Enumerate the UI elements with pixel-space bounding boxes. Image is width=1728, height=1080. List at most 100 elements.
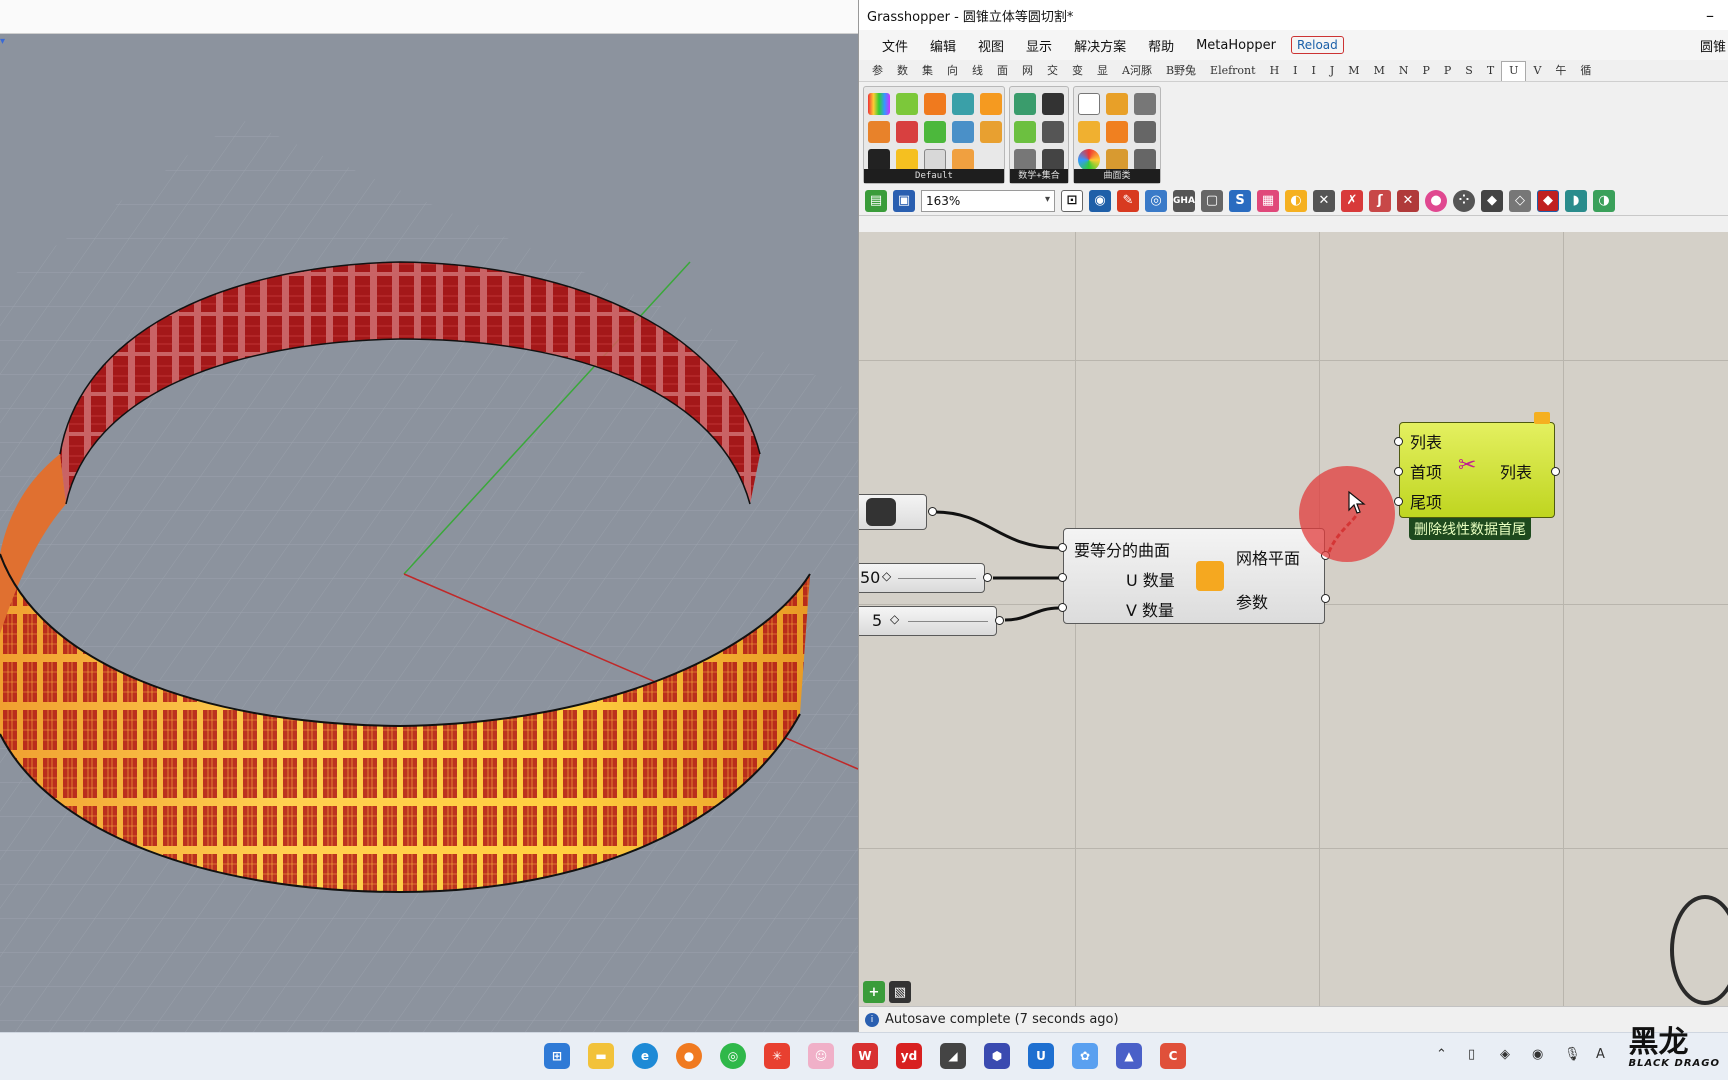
waves-icon[interactable] <box>952 121 974 143</box>
tab-xun[interactable]: 循 <box>1573 60 1598 82</box>
green-icon[interactable]: ◑ <box>1593 189 1615 212</box>
add-icon[interactable]: + <box>863 981 885 1003</box>
u-app-icon[interactable]: U <box>1028 1043 1054 1069</box>
tray-vpn-icon[interactable]: ◈ <box>1500 1047 1510 1062</box>
tab-transform[interactable]: 变 <box>1065 60 1090 82</box>
input-list-port[interactable] <box>1394 437 1403 446</box>
frame-icon[interactable] <box>924 149 946 171</box>
cloud-app-icon[interactable]: ✿ <box>1072 1043 1098 1069</box>
rhino-viewport[interactable] <box>0 34 858 1032</box>
open-icon[interactable]: ▤ <box>865 189 887 212</box>
tab-display[interactable]: 显 <box>1090 60 1115 82</box>
tab-curve[interactable]: 线 <box>965 60 990 82</box>
grid-icon[interactable] <box>924 121 946 143</box>
download-icon[interactable] <box>1042 93 1064 115</box>
tray-usb-icon[interactable]: ▯ <box>1468 1047 1475 1062</box>
slider-v-track[interactable] <box>908 621 988 622</box>
split-icon[interactable] <box>952 149 974 171</box>
tab-t[interactable]: T <box>1480 60 1501 82</box>
tray-chevron-up-icon[interactable]: ⌃ <box>1436 1047 1447 1062</box>
output-params-port[interactable] <box>1321 594 1330 603</box>
tab-params[interactable]: 参 <box>865 60 890 82</box>
cylinder-icon[interactable] <box>1078 121 1100 143</box>
slider-u-output-port[interactable] <box>983 573 992 582</box>
tab-h[interactable]: H <box>1263 60 1287 82</box>
spiral-icon-2[interactable] <box>1134 93 1156 115</box>
rhino-icon[interactable]: ◢ <box>940 1043 966 1069</box>
wps-icon[interactable]: W <box>852 1043 878 1069</box>
wechat-icon[interactable]: ◎ <box>720 1043 746 1069</box>
menu-file[interactable]: 文件 <box>871 36 919 55</box>
duck-icon[interactable] <box>896 149 918 171</box>
menu-help[interactable]: 帮助 <box>1137 36 1185 55</box>
tab-vector[interactable]: 向 <box>940 60 965 82</box>
tiles-icon[interactable] <box>980 93 1002 115</box>
zoom-extents-icon[interactable]: ⊡ <box>1061 189 1083 212</box>
tab-sets[interactable]: 集 <box>915 60 940 82</box>
delete-wire-icon[interactable]: ✗ <box>1341 189 1363 212</box>
plug-icon[interactable]: ʃ <box>1369 189 1391 212</box>
divide-surface-component[interactable]: 要等分的曲面 U 数量 V 数量 网格平面 参数 <box>1063 528 1325 624</box>
youdao-icon[interactable]: yd <box>896 1043 922 1069</box>
tab-u[interactable]: U <box>1501 60 1527 81</box>
tab-n[interactable]: N <box>1392 60 1416 82</box>
surface-param-component[interactable] <box>859 494 927 530</box>
tab-v[interactable]: V <box>1526 60 1548 82</box>
radar-icon[interactable]: ◎ <box>1145 189 1167 212</box>
spiral-icon-4[interactable] <box>1134 149 1156 171</box>
tray-mic-icon[interactable]: 🎙 <box>1564 1047 1581 1062</box>
cluster-icon[interactable]: ⁘ <box>1453 189 1475 212</box>
zoom-select[interactable]: 163% ▾ <box>921 189 1055 212</box>
note-flag-icon[interactable] <box>1534 412 1550 424</box>
input-v-port[interactable] <box>1058 603 1067 612</box>
hexagon-icon[interactable] <box>868 149 890 171</box>
input-u-port[interactable] <box>1058 573 1067 582</box>
sketch-icon[interactable]: ✎ <box>1117 189 1139 212</box>
tab-m2[interactable]: M <box>1367 60 1392 82</box>
cross-wires-icon[interactable]: ✕ <box>1397 189 1419 212</box>
branch-icon[interactable] <box>1014 121 1036 143</box>
tab-wu[interactable]: 午 <box>1548 60 1573 82</box>
menu-metahopper[interactable]: MetaHopper <box>1185 38 1287 53</box>
gha-icon[interactable]: GHA <box>1173 189 1195 212</box>
tab-intersect[interactable]: 交 <box>1040 60 1065 82</box>
file-explorer-icon[interactable]: ▬ <box>588 1043 614 1069</box>
wires-icon[interactable]: ✕ <box>1313 189 1335 212</box>
search-icon[interactable]: S <box>1229 189 1251 212</box>
menu-view[interactable]: 视图 <box>967 36 1015 55</box>
slider-v-grip-icon[interactable]: ◇ <box>890 612 899 626</box>
spiral-icon[interactable] <box>1014 149 1036 171</box>
tab-p2[interactable]: P <box>1437 60 1458 82</box>
lightbulb-icon[interactable]: ◐ <box>1285 189 1307 212</box>
tab-surface[interactable]: 面 <box>990 60 1015 82</box>
checker-icon[interactable] <box>896 121 918 143</box>
menu-solution[interactable]: 解决方案 <box>1063 36 1137 55</box>
tray-font-icon[interactable]: A <box>1596 1047 1605 1062</box>
gh-canvas[interactable]: 50 ◇ 5 ◇ 要等分的曲面 U 数量 V 数量 网格平面 参数 列表 首项 <box>859 232 1728 1006</box>
edge-browser-icon[interactable]: e <box>632 1043 658 1069</box>
slider-u-grip-icon[interactable]: ◇ <box>882 569 891 583</box>
slider-u[interactable]: 50 ◇ <box>859 563 985 593</box>
preview-shaded-icon[interactable]: ◆ <box>1481 189 1503 212</box>
mesh-grid-icon[interactable] <box>1106 149 1128 171</box>
tab-j[interactable]: J <box>1323 60 1341 82</box>
window-icon[interactable]: ▢ <box>1201 189 1223 212</box>
color-wheel-icon[interactable] <box>1078 149 1100 171</box>
spiral-icon-3[interactable] <box>1134 121 1156 143</box>
slider-v-output-port[interactable] <box>995 616 1004 625</box>
output-list-port[interactable] <box>1551 467 1560 476</box>
anime-app-icon[interactable]: ☺ <box>808 1043 834 1069</box>
start-icon[interactable]: ⊞ <box>544 1043 570 1069</box>
tab-maths[interactable]: 数 <box>890 60 915 82</box>
cull-ends-component[interactable]: 列表 首项 尾项 ✂ 列表 <box>1399 422 1555 518</box>
reload-button[interactable]: Reload <box>1290 36 1344 54</box>
tab-i2[interactable]: I <box>1305 60 1323 82</box>
tray-wechat-icon[interactable]: ◉ <box>1532 1047 1543 1062</box>
input-surface-port[interactable] <box>1058 543 1067 552</box>
input-first-port[interactable] <box>1394 467 1403 476</box>
frame-orange-icon[interactable] <box>1106 121 1128 143</box>
preview-selected-icon[interactable]: ◆ <box>1537 189 1559 212</box>
box-icon[interactable] <box>896 93 918 115</box>
shield-app-icon[interactable]: ⬢ <box>984 1043 1010 1069</box>
preview-wire-icon[interactable]: ◇ <box>1509 189 1531 212</box>
